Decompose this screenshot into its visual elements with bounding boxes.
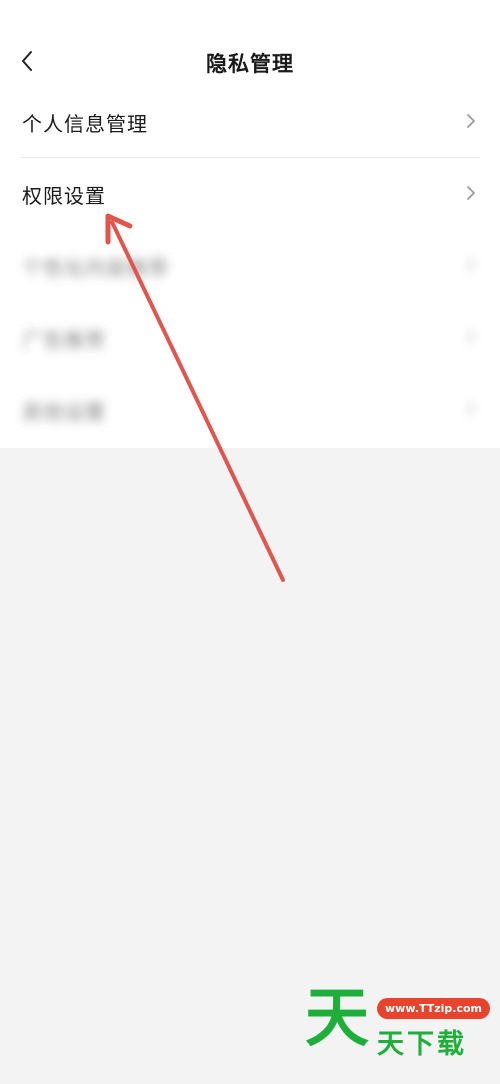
menu-item-label: 权限设置: [22, 184, 106, 208]
divider: [20, 157, 480, 158]
menu-item-label: 个性化内容推荐: [22, 256, 169, 280]
menu-item-personal-info[interactable]: 个人信息管理: [20, 88, 480, 158]
watermark-brand: 天下载: [377, 1029, 467, 1060]
chevron-right-icon: [467, 258, 475, 272]
watermark-logo: 天 www.TTzip.com 天下载: [305, 984, 495, 1060]
watermark-url: www.TTzip.com: [377, 998, 490, 1019]
menu-item-personalized-recommend[interactable]: 个性化内容推荐: [20, 232, 480, 302]
watermark-big-char: 天: [305, 982, 369, 1056]
menu-item-label: 广告推荐: [22, 328, 106, 352]
menu-item-permissions[interactable]: 权限设置: [20, 160, 480, 230]
chevron-right-icon: [467, 114, 475, 128]
chevron-right-icon: [467, 330, 475, 344]
page-title: 隐私管理: [206, 52, 294, 76]
menu-item-ad-recommend[interactable]: 广告推荐: [20, 304, 480, 374]
menu-item-label: 其他设置: [22, 400, 106, 424]
menu-item-label: 个人信息管理: [22, 112, 148, 136]
chevron-right-icon: [467, 186, 475, 200]
menu-item-other-settings[interactable]: 其他设置: [20, 376, 480, 446]
chevron-right-icon: [467, 402, 475, 416]
